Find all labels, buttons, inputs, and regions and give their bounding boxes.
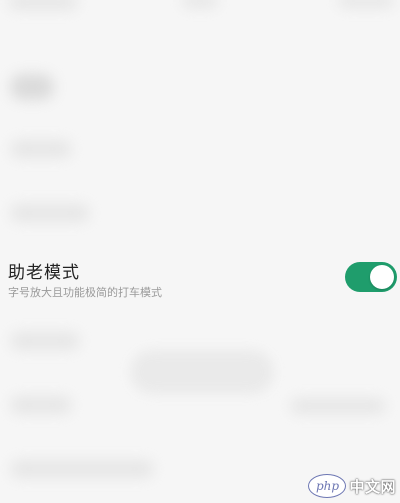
blurred-status-center (182, 0, 218, 8)
blurred-setting-row-2 (10, 204, 90, 222)
watermark-text: 中文网 (349, 477, 396, 496)
blurred-setting-row-3 (10, 332, 80, 350)
setting-row-elder-mode: 助老模式 字号放大且功能极简的打车模式 (0, 248, 400, 308)
blurred-toast-panel (130, 350, 274, 394)
watermark: php 中文网 (308, 471, 396, 501)
elder-mode-title: 助老模式 (8, 263, 80, 283)
blurred-setting-row-5 (10, 460, 154, 478)
blurred-section-heading (10, 74, 54, 100)
blurred-setting-row-4 (10, 396, 72, 414)
toggle-knob (370, 265, 394, 289)
blurred-status-left (8, 0, 78, 10)
blurred-status-right (338, 0, 394, 8)
elder-mode-description: 字号放大且功能极简的打车模式 (8, 286, 162, 299)
settings-screen: 助老模式 字号放大且功能极简的打车模式 php 中文网 (0, 0, 400, 503)
elder-mode-toggle[interactable] (345, 262, 397, 292)
blurred-setting-row-1 (10, 140, 72, 158)
watermark-logo: php (308, 474, 347, 498)
blurred-setting-value-4 (290, 398, 386, 414)
